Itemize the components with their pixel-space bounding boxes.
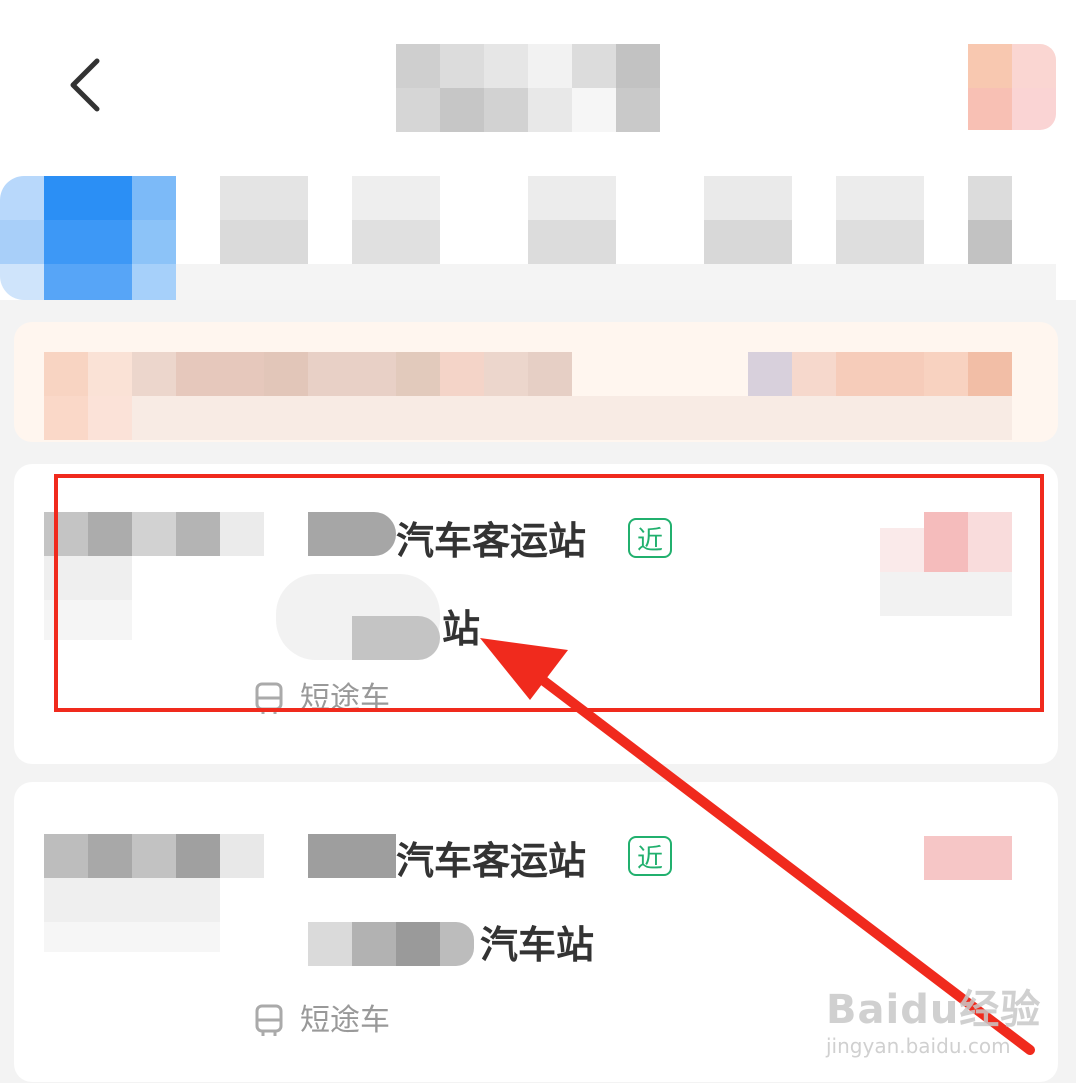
annotation-arrow	[480, 638, 1035, 1055]
watermark: Baidu经验 jingyan.baidu.com	[826, 990, 1041, 1056]
watermark-site: jingyan.baidu.com	[826, 1034, 1011, 1058]
watermark-logo: Baidu经验	[826, 987, 1042, 1033]
